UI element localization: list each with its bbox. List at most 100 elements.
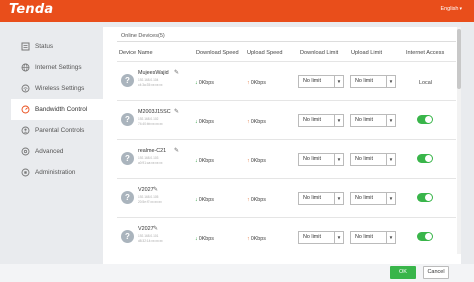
internet-access-toggle[interactable] [417,154,433,163]
arrow-down-icon: ↓ [195,158,198,164]
sidebar-item-label: Status [35,43,54,50]
sidebar-item-internet-settings[interactable]: Internet Settings [11,57,101,78]
edit-icon[interactable]: ✎ [153,225,158,232]
device-icon: ? [121,191,134,204]
edit-icon[interactable]: ✎ [174,69,179,76]
download-speed: ↓0Kbps [195,80,214,86]
chevron-down-icon: ▼ [386,154,395,165]
download-limit-select[interactable]: No limit ▼ [298,75,344,88]
edit-icon[interactable]: ✎ [174,108,179,115]
upload-limit-select[interactable]: No limit ▼ [350,192,396,205]
device-mac: c4:3a:35:xx:xx:xx [138,83,163,87]
download-speed: ↓0Kbps [195,119,214,125]
edit-icon[interactable]: ✎ [174,147,179,154]
device-mac: a0:91:ca:xx:xx:xx [138,161,163,165]
arrow-up-icon: ↑ [247,197,250,203]
upload-speed: ↑0Kbps [247,119,266,125]
upload-speed: ↑0Kbps [247,236,266,242]
sidebar-item-label: Internet Settings [35,64,82,71]
chevron-down-icon: ▼ [386,115,395,126]
chevron-down-icon: ▼ [334,76,343,87]
scrollbar[interactable] [457,27,461,254]
internet-access-status: Local [419,80,432,86]
device-icon: ? [121,152,134,165]
device-ip: 192.168.0.104 [138,78,159,82]
upload-limit-select[interactable]: No limit ▼ [350,153,396,166]
upload-limit-select[interactable]: No limit ▼ [350,75,396,88]
chevron-down-icon: ▼ [334,154,343,165]
chevron-down-icon: ▼ [386,232,395,243]
upload-speed: ↑0Kbps [247,158,266,164]
upload-limit-select[interactable]: No limit ▼ [350,231,396,244]
device-mac: 74:40:bb:xx:xx:xx [138,122,163,126]
scrollbar-thumb[interactable] [457,29,461,89]
download-limit-select[interactable]: No limit ▼ [298,153,344,166]
sidebar-item-label: Parental Controls [35,127,85,134]
sidebar-item-bandwidth-control[interactable]: Bandwidth Control [11,99,103,120]
device-name: V2027 [138,226,154,232]
arrow-up-icon: ↑ [247,158,250,164]
chevron-down-icon: ▼ [334,193,343,204]
arrow-down-icon: ↓ [195,197,198,203]
download-speed: ↓0Kbps [195,158,214,164]
internet-access-toggle[interactable] [417,115,433,124]
sidebar-item-label: Advanced [35,148,64,155]
upload-limit-select[interactable]: No limit ▼ [350,114,396,127]
tenda-logo: Tenda [9,2,54,17]
device-name: M2003J15SC [138,109,171,115]
chevron-down-icon: ▼ [334,232,343,243]
admin-icon [21,168,30,177]
wifi-icon [21,84,30,93]
internet-access-toggle[interactable] [417,232,433,241]
upload-speed: ↑0Kbps [247,80,266,86]
device-name: realme-C21 [138,148,167,154]
device-name: V2027 [138,187,154,193]
header-internet-access: Internet Access [406,50,445,56]
sidebar-item-label: Bandwidth Control [35,106,88,113]
device-icon: ? [121,74,134,87]
top-bar: Tenda English▾ [0,0,474,22]
cancel-button[interactable]: Cancel [423,266,449,279]
device-name: MujeesWajid [138,70,169,76]
sidebar-item-administration[interactable]: Administration [11,162,101,183]
sidebar: Status Internet Settings Wireless Settin… [11,36,103,183]
table-row: ? V2027 ✎ 192.168.0.105 20:5e:f7:xx:xx:x… [117,178,456,217]
table-row: ? realme-C21 ✎ 192.168.0.103 a0:91:ca:xx… [117,139,456,178]
ok-button[interactable]: OK [390,266,416,279]
sidebar-item-wireless-settings[interactable]: Wireless Settings [11,78,101,99]
download-speed: ↓0Kbps [195,236,214,242]
parental-icon [21,126,30,135]
device-mac: d8:32:14:xx:xx:xx [138,239,163,243]
sidebar-item-label: Administration [35,169,76,176]
sidebar-item-advanced[interactable]: Advanced [11,141,101,162]
device-ip: 192.168.0.101 [138,234,159,238]
download-speed: ↓0Kbps [195,197,214,203]
internet-access-toggle[interactable] [417,193,433,202]
download-limit-select[interactable]: No limit ▼ [298,114,344,127]
edit-icon[interactable]: ✎ [153,186,158,193]
toggle-knob [425,116,432,123]
header-upload-limit: Upload Limit [351,50,383,56]
arrow-up-icon: ↑ [247,236,250,242]
sidebar-item-label: Wireless Settings [35,85,85,92]
header-upload-speed: Upload Speed [247,50,283,56]
arrow-down-icon: ↓ [195,119,198,125]
divider [117,41,456,42]
toggle-knob [425,233,432,240]
advanced-icon [21,147,30,156]
section-title: Online Devices(5) [121,33,165,39]
download-limit-select[interactable]: No limit ▼ [298,192,344,205]
device-mac: 20:5e:f7:xx:xx:xx [138,200,162,204]
table-row: ? M2003J15SC ✎ 192.168.0.102 74:40:bb:xx… [117,100,456,139]
device-icon: ? [121,230,134,243]
device-ip: 192.168.0.102 [138,117,159,121]
download-limit-select[interactable]: No limit ▼ [298,231,344,244]
chevron-down-icon: ▼ [386,193,395,204]
language-selector[interactable]: English▾ [440,6,462,12]
upload-speed: ↑0Kbps [247,197,266,203]
chevron-down-icon: ▼ [334,115,343,126]
sidebar-item-parental-controls[interactable]: Parental Controls [11,120,101,141]
sidebar-item-status[interactable]: Status [11,36,101,57]
header-download-speed: Download Speed [196,50,239,56]
toggle-knob [425,194,432,201]
